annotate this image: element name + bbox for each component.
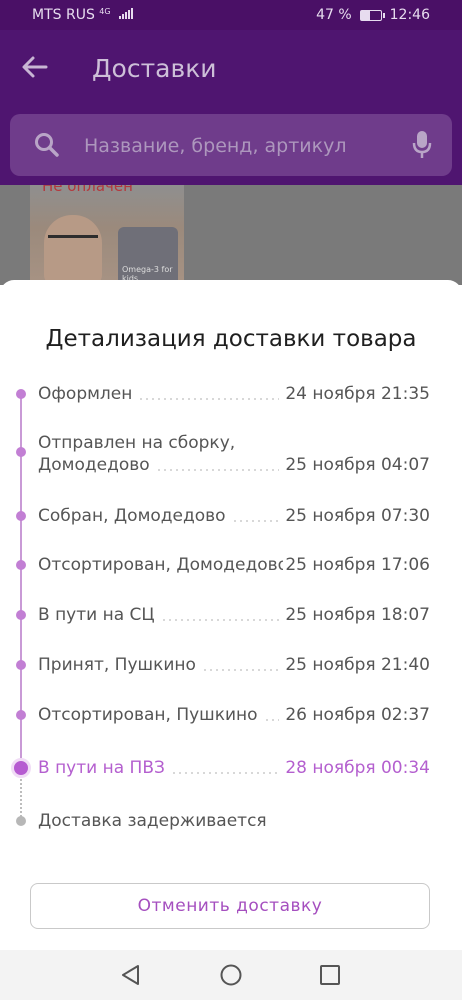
recents-square-icon[interactable] [318,963,342,987]
dot-leader [160,619,280,621]
arrow-left-icon [22,56,48,78]
delivery-details-sheet: Детализация доставки товара Оформлен 24 н… [0,280,462,950]
clock: 12:46 [389,7,430,23]
payment-status-badge: Не оплачен [42,185,133,195]
step-label: Собран, Домодедово [38,506,226,526]
dot-leader [263,719,280,721]
step-date: 25 ноября 18:07 [283,604,430,626]
status-bar: MTS RUS 4G 47 % 12:46 [0,0,462,30]
signal-icon [119,8,134,19]
status-right: 47 % 12:46 [316,7,430,23]
step-label: Принят, Пушкино [38,655,196,675]
step-label: Отсортирован, Пушкино [38,705,258,725]
step-label: Отсортирован, Домодедово [38,555,289,575]
home-circle-icon[interactable] [219,963,243,987]
timeline-dot [16,447,26,457]
dot-leader [231,520,280,522]
back-button[interactable] [20,52,52,84]
step-date: 24 ноября 21:35 [283,383,430,405]
app-header: Доставки [0,30,462,185]
battery-percent: 47 % [316,7,352,23]
step-date: 25 ноября 17:06 [283,554,430,576]
network-type: 4G [99,7,111,16]
carrier-info: MTS RUS 4G [32,7,134,23]
product-photo-glasses [48,235,98,252]
dot-leader [201,669,280,671]
product-name: Omega-3 for kids [122,265,173,280]
sheet-title: Детализация доставки товара [45,326,417,352]
page-title: Доставки [92,54,217,83]
timeline-dot [16,816,26,826]
step-date: 28 ноября 00:34 [283,757,430,779]
timeline-dot [16,710,26,720]
timeline-dot [16,511,26,521]
timeline-dot [16,389,26,399]
timeline-dot [16,560,26,570]
timeline-dot [16,610,26,620]
timeline-dot [11,758,31,778]
dot-leader [170,772,280,774]
system-nav-bar [0,950,462,1000]
step-date: 25 ноября 04:07 [283,454,430,476]
step-date: 25 ноября 07:30 [283,505,430,527]
step-date: 25 ноября 21:40 [283,654,430,676]
step-label: Оформлен [38,384,133,404]
battery-icon [359,9,385,21]
step-label: В пути на СЦ [38,605,155,625]
product-image: Не оплачен Omega-3 for kids [30,185,184,280]
step-label: Доставка задерживается [38,811,267,831]
search-bar[interactable] [10,114,452,176]
carrier-name: MTS RUS [32,7,95,23]
dot-leader [155,469,280,471]
microphone-icon[interactable] [412,130,432,160]
dot-leader [138,398,280,400]
step-label: В пути на ПВЗ [38,758,165,778]
cancel-delivery-button[interactable]: Отменить доставку [30,883,430,929]
search-input[interactable] [82,131,406,161]
timeline-dot [16,660,26,670]
back-triangle-icon[interactable] [119,963,143,987]
step-date: 26 ноября 02:37 [283,704,430,726]
search-icon [35,133,59,157]
